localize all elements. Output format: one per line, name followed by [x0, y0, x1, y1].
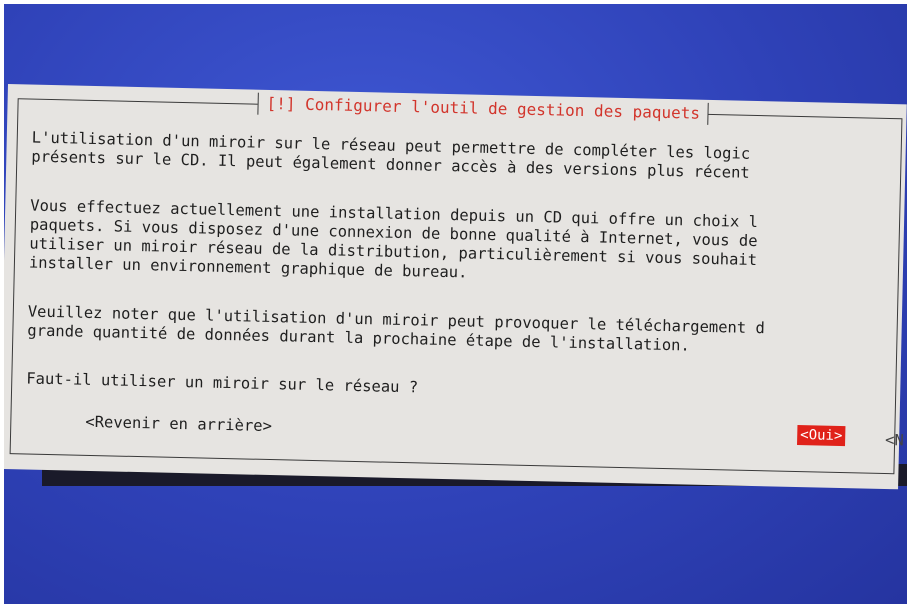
installer-screen: [!] Configurer l'outil de gestion des pa…	[4, 4, 907, 604]
yes-button[interactable]: <Oui>	[797, 424, 846, 447]
package-manager-dialog: [!] Configurer l'outil de gestion des pa…	[4, 84, 907, 490]
no-button[interactable]: <N	[885, 430, 904, 450]
go-back-button[interactable]: <Revenir en arrière>	[85, 412, 272, 436]
